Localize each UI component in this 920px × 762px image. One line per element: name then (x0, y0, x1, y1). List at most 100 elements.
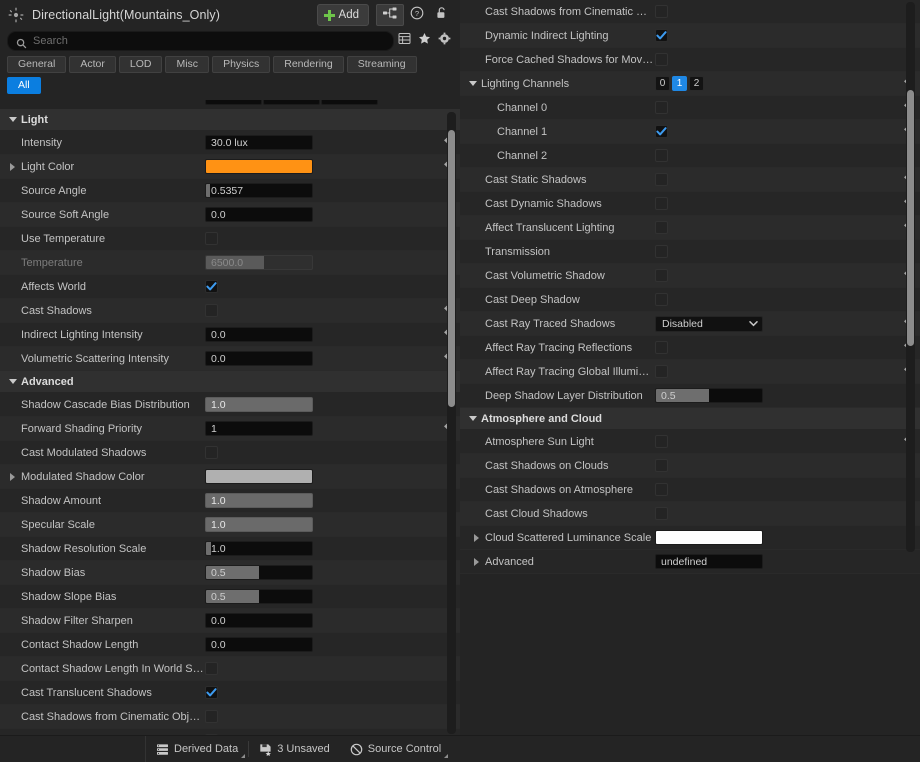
property-row[interactable]: Modulated Shadow Color (0, 465, 460, 489)
value-field[interactable]: 30.0 lux (205, 135, 313, 150)
right-scrollbar-thumb[interactable] (907, 90, 914, 346)
property-row[interactable]: Cast Deep Shadow (460, 288, 920, 312)
add-button[interactable]: Add (317, 4, 369, 26)
property-row[interactable]: Use Temperature (0, 227, 460, 251)
property-row[interactable]: Forward Shading Priority1 (0, 417, 460, 441)
property-row[interactable]: Cloud Scattered Luminance Scale (460, 526, 920, 550)
category-header[interactable]: Light (0, 109, 460, 131)
value-field[interactable]: 0.0 (205, 351, 313, 366)
status-derived-data[interactable]: Derived Data (146, 736, 248, 762)
status-unsaved[interactable]: 3 Unsaved (249, 736, 340, 762)
property-row[interactable]: Shadow Bias0.5 (0, 561, 460, 585)
property-row[interactable]: Dynamic Indirect Lighting (460, 24, 920, 48)
filter-tab-general[interactable]: General (7, 56, 66, 73)
category-header[interactable]: Atmosphere and Cloud (460, 408, 920, 430)
value-field[interactable]: 1 (205, 421, 313, 436)
checkbox[interactable] (205, 662, 218, 675)
expand-arrow-icon[interactable] (8, 114, 19, 125)
checkbox[interactable] (655, 53, 668, 66)
checkbox[interactable] (655, 5, 668, 18)
checkbox[interactable] (655, 29, 668, 42)
property-row[interactable]: Shadow Filter Sharpen0.0 (0, 609, 460, 633)
property-row[interactable]: Shadow Slope Bias0.5 (0, 585, 460, 609)
property-row[interactable]: Affect Translucent Lighting (460, 216, 920, 240)
property-row[interactable]: Indirect Lighting Intensity0.0 (0, 323, 460, 347)
filter-tab-rendering[interactable]: Rendering (273, 56, 343, 73)
value-field[interactable]: 0.0 (205, 637, 313, 652)
property-row[interactable]: Channel 2 (460, 144, 920, 168)
color-swatch[interactable] (655, 530, 763, 545)
search-input[interactable] (33, 35, 385, 47)
category-header[interactable]: Advanced (0, 371, 460, 393)
channel-chip-2[interactable]: 2 (689, 76, 704, 91)
status-source-control[interactable]: Source Control (340, 736, 451, 762)
property-row[interactable]: Cast Translucent Shadows (0, 681, 460, 705)
left-scrollbar-thumb[interactable] (448, 130, 455, 407)
property-row[interactable]: Affect Ray Tracing Reflections (460, 336, 920, 360)
property-row[interactable]: Atmosphere Sun Light (460, 430, 920, 454)
color-swatch[interactable] (205, 469, 313, 484)
expand-arrow-icon[interactable] (8, 471, 19, 482)
value-field[interactable]: 1.0 (205, 517, 313, 532)
checkbox[interactable] (205, 280, 218, 293)
value-field[interactable]: 0.5357 (205, 183, 313, 198)
property-row[interactable]: Cast Modulated Shadows (0, 441, 460, 465)
property-row[interactable]: Lighting Channels012 (460, 72, 920, 96)
value-field[interactable]: 0.5 (205, 565, 313, 580)
value-field[interactable]: 0.5 (205, 589, 313, 604)
filter-tab-all[interactable]: All (7, 77, 41, 94)
filter-tab-lod[interactable]: LOD (119, 56, 163, 73)
table-view-button[interactable] (394, 32, 414, 50)
checkbox[interactable] (655, 101, 668, 114)
property-row[interactable]: Transmission (460, 240, 920, 264)
value-field[interactable]: 1.0 (205, 541, 313, 556)
property-row[interactable]: Shadow Resolution Scale1.0 (0, 537, 460, 561)
expand-arrow-icon[interactable] (468, 78, 479, 89)
help-button[interactable]: ? (405, 5, 429, 25)
property-row[interactable]: Contact Shadow Length In World Spac... (0, 657, 460, 681)
value-field[interactable]: 0.0 (205, 613, 313, 628)
property-row[interactable]: Cast Shadows (0, 299, 460, 323)
property-row[interactable]: Affects World (0, 275, 460, 299)
property-row[interactable]: Source Angle0.5357 (0, 179, 460, 203)
value-field[interactable]: 0.0 (205, 327, 313, 342)
lock-toggle-button[interactable] (430, 5, 454, 25)
dropdown[interactable]: Disabled (655, 316, 763, 332)
right-scrollbar[interactable] (906, 2, 915, 552)
checkbox[interactable] (655, 459, 668, 472)
hierarchy-icon-button[interactable] (376, 4, 404, 26)
property-row[interactable]: Cast Ray Traced ShadowsDisabled (460, 312, 920, 336)
checkbox[interactable] (655, 435, 668, 448)
property-row[interactable]: Light Color (0, 155, 460, 179)
expand-arrow-icon[interactable] (8, 161, 19, 172)
filter-tab-physics[interactable]: Physics (212, 56, 270, 73)
property-row[interactable]: Deep Shadow Layer Distribution0.5 (460, 384, 920, 408)
checkbox[interactable] (655, 173, 668, 186)
left-scrollbar[interactable] (447, 112, 456, 734)
checkbox[interactable] (205, 232, 218, 245)
checkbox[interactable] (655, 149, 668, 162)
value-field[interactable]: 1.0 (205, 397, 313, 412)
checkbox[interactable] (655, 483, 668, 496)
value-field[interactable]: undefined (655, 554, 763, 569)
checkbox[interactable] (205, 304, 218, 317)
value-field[interactable]: 0.0 (205, 207, 313, 222)
checkbox[interactable] (655, 221, 668, 234)
color-swatch[interactable] (205, 159, 313, 174)
channel-chip-1[interactable]: 1 (672, 76, 687, 91)
search-box[interactable] (7, 31, 394, 51)
checkbox[interactable] (205, 710, 218, 723)
expand-arrow-icon[interactable] (8, 376, 19, 387)
property-row[interactable]: Advancedundefined (460, 550, 920, 574)
checkbox[interactable] (655, 341, 668, 354)
property-row[interactable]: Affect Ray Tracing Global Illumination (460, 360, 920, 384)
property-row[interactable]: Intensity30.0 lux (0, 131, 460, 155)
property-row[interactable]: Shadow Amount1.0 (0, 489, 460, 513)
checkbox[interactable] (655, 507, 668, 520)
property-row[interactable]: Specular Scale1.0 (0, 513, 460, 537)
property-row[interactable]: Source Soft Angle0.0 (0, 203, 460, 227)
property-row[interactable]: Cast Volumetric Shadow (460, 264, 920, 288)
checkbox[interactable] (205, 446, 218, 459)
favorite-button[interactable] (414, 32, 434, 50)
property-row[interactable]: Channel 1 (460, 120, 920, 144)
